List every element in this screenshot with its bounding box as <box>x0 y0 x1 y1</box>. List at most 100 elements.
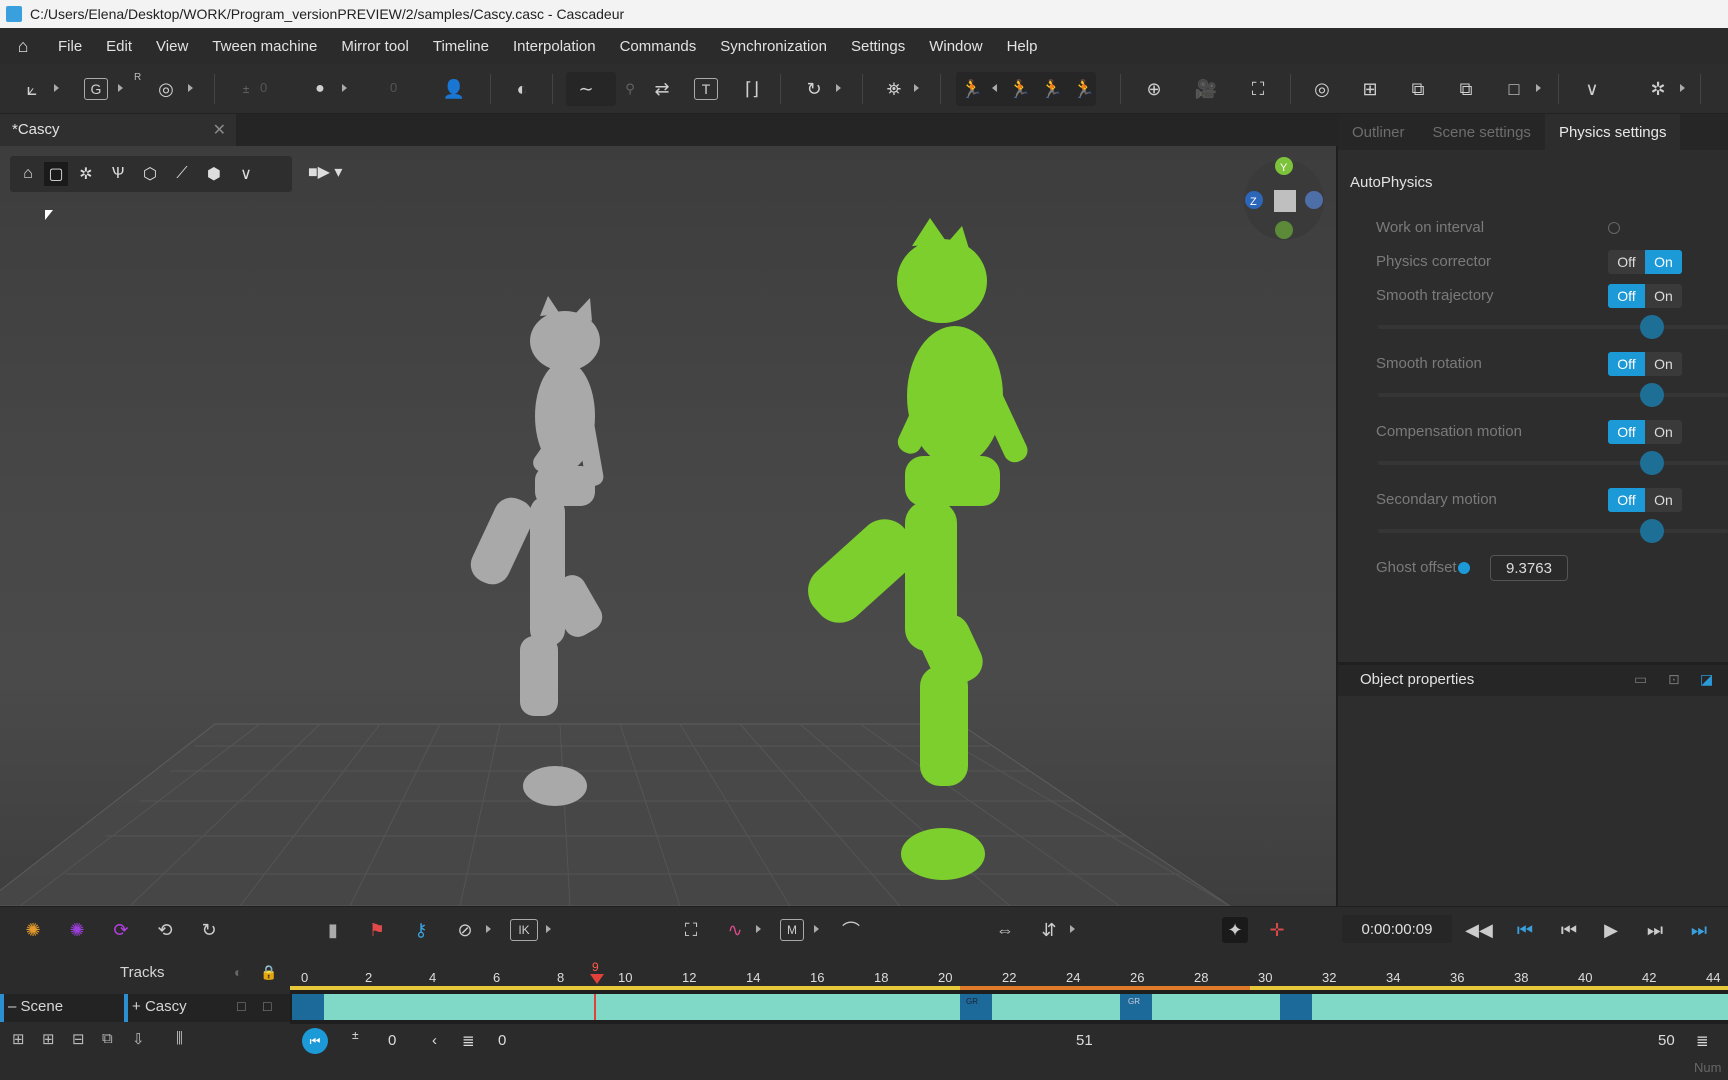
remove-window-icon[interactable]: ⧉ <box>1452 76 1480 102</box>
dot-icon[interactable]: ● <box>306 76 334 102</box>
import-icon[interactable]: ⇩ <box>132 1030 145 1048</box>
interpolate-icon[interactable]: ⇄ <box>648 76 676 102</box>
refresh-icon[interactable]: ↻ <box>196 917 222 943</box>
spiral-icon[interactable]: ◎ <box>152 76 180 102</box>
cube-icon[interactable]: ⬢ <box>202 162 226 186</box>
skeleton-icon[interactable]: ✲ <box>74 162 98 186</box>
add-window-icon[interactable]: ⧉ <box>1404 76 1432 102</box>
purple-keyframe-icon[interactable]: ✺ <box>64 917 90 943</box>
copy-track-icon[interactable]: ⧉ <box>102 1030 113 1047</box>
grid-icon[interactable]: ⊞ <box>1356 76 1384 102</box>
track-checkbox-lock[interactable]: ☐ <box>262 1000 273 1014</box>
smooth-rotation-toggle[interactable]: Off On <box>1608 352 1682 376</box>
logo-icon[interactable]: ∨ <box>234 162 258 186</box>
magic-icon[interactable]: ✦ <box>1222 917 1248 943</box>
ghost-offset-input[interactable]: 9.3763 <box>1490 555 1568 581</box>
wave-icon[interactable]: ∿ <box>722 917 748 943</box>
keyframe-marker-icon[interactable]: ▮ <box>320 917 346 943</box>
menu-timeline[interactable]: Timeline <box>421 38 501 55</box>
visibility-icon[interactable]: ◐ <box>234 964 242 980</box>
joint-icon[interactable]: Ѱ <box>106 162 130 186</box>
pink-keyframe-icon[interactable]: ⟳ <box>108 917 134 943</box>
close-icon[interactable]: ✕ <box>213 120 226 140</box>
m-button[interactable]: M <box>780 919 804 941</box>
ik-button[interactable]: IK <box>510 919 538 941</box>
work-on-interval-radio[interactable] <box>1608 222 1620 234</box>
menu-settings[interactable]: Settings <box>839 38 917 55</box>
viewport-camera-icon[interactable]: ■▶ ▾ <box>308 162 342 182</box>
range-icon[interactable]: ⇔ <box>992 917 1018 943</box>
menu-edit[interactable]: Edit <box>94 38 144 55</box>
last-key-icon[interactable]: ⏭ <box>1686 917 1712 943</box>
menu-tween-machine[interactable]: Tween machine <box>200 38 329 55</box>
color-icon[interactable]: ◪ <box>1700 671 1713 688</box>
shift-icon[interactable]: ⇵ <box>1036 917 1062 943</box>
frame-select-icon[interactable]: ▢ <box>44 162 68 186</box>
physics-corrector-toggle[interactable]: Off On <box>1608 250 1682 274</box>
play-icon[interactable]: ▶ <box>1598 917 1624 943</box>
timeline-ruler[interactable]: 0 2 4 6 8 10 12 14 16 18 20 22 24 26 28 … <box>290 950 1728 990</box>
target-icon[interactable]: ⊕ <box>1140 76 1168 102</box>
run-add-icon[interactable]: 🏃 <box>1006 76 1034 102</box>
auto-icon[interactable]: ⌒ <box>838 917 864 943</box>
add-track-icon[interactable]: ⊞ <box>12 1030 25 1048</box>
tab-outliner[interactable]: Outliner <box>1338 114 1419 150</box>
rig-icon[interactable]: ⛯ <box>880 76 908 102</box>
ghost-spiral-icon[interactable]: ◎ <box>1308 76 1336 102</box>
select-icon[interactable]: ⌂ <box>16 162 40 186</box>
run-fixed-icon[interactable]: 🏃 <box>1038 76 1066 102</box>
step-plus-minus-icon[interactable]: ± <box>352 1028 359 1042</box>
disable-icon[interactable]: ⊘ <box>452 917 478 943</box>
bracket-icon[interactable]: ⌈⌋ <box>738 76 766 102</box>
menu-interpolation[interactable]: Interpolation <box>501 38 608 55</box>
curve-icon[interactable]: ∼ <box>572 76 600 102</box>
compensation-motion-slider[interactable] <box>1378 451 1728 475</box>
loop-icon[interactable]: ⟲ <box>152 917 178 943</box>
list-icon[interactable]: ≣ <box>462 1032 475 1050</box>
pin-icon[interactable]: ⚲ <box>616 76 644 102</box>
prev-icon[interactable]: ‹ <box>432 1032 437 1049</box>
split-icon[interactable]: ⫼ <box>176 1030 183 1047</box>
prev-frame-icon[interactable]: ⏮ <box>1556 917 1582 943</box>
fit-icon[interactable]: ⛶ <box>678 917 704 943</box>
square-icon[interactable]: □ <box>1500 76 1528 102</box>
smooth-rotation-slider[interactable] <box>1378 383 1728 407</box>
orange-keyframe-icon[interactable]: ✺ <box>20 917 46 943</box>
track-checkbox-visible[interactable]: ☐ <box>236 1000 247 1014</box>
step-plus-minus-icon[interactable]: ± <box>232 76 260 102</box>
menu-synchronization[interactable]: Synchronization <box>708 38 839 55</box>
menu-help[interactable]: Help <box>995 38 1050 55</box>
3d-viewport[interactable]: ⌂ ▢ ✲ Ѱ ⬡ ⟋ ⬢ ∨ ■▶ ▾ Y Z <box>0 146 1336 906</box>
cascy-track[interactable]: + Cascy <box>132 998 187 1015</box>
text-tool-button[interactable]: T <box>694 78 718 100</box>
run-icon[interactable]: 🏃 <box>958 76 986 102</box>
add-folder-icon[interactable]: ⊞ <box>42 1030 55 1048</box>
smooth-trajectory-slider[interactable] <box>1378 315 1728 339</box>
prev-frame-value[interactable]: 0 <box>498 1032 506 1049</box>
smooth-trajectory-toggle[interactable]: Off On <box>1608 284 1682 308</box>
mesh-icon[interactable]: ⬡ <box>138 162 162 186</box>
secondary-motion-slider[interactable] <box>1378 519 1728 543</box>
wire-icon[interactable]: ⟋ <box>170 162 194 186</box>
rewind-icon[interactable]: ◀◀ <box>1465 917 1493 943</box>
rotate-icon[interactable]: ↻ <box>800 76 828 102</box>
start-frame-value[interactable]: 0 <box>388 1032 396 1049</box>
global-toggle-button[interactable]: G <box>84 78 108 100</box>
focus-icon[interactable]: ⛶ <box>1244 76 1272 102</box>
orientation-gizmo[interactable]: Y Z <box>1240 156 1328 240</box>
cascadeur-logo-icon[interactable]: ∨ <box>1578 76 1606 102</box>
menu-mirror-tool[interactable]: Mirror tool <box>329 38 421 55</box>
key-icon[interactable]: ⚷ <box>408 917 434 943</box>
next-frame-icon[interactable]: ⏭ <box>1642 917 1668 943</box>
cascy-track-bar[interactable]: GR GR <box>292 994 1728 1020</box>
menu-view[interactable]: View <box>144 38 200 55</box>
eraser-icon[interactable]: ◐ <box>508 76 536 102</box>
run-remove-icon[interactable]: 🏃 <box>1070 76 1098 102</box>
flag-icon[interactable]: ⚑ <box>364 917 390 943</box>
axis-icon[interactable]: ⟀ <box>18 76 46 102</box>
menu-commands[interactable]: Commands <box>608 38 709 55</box>
ghost-offset-radio[interactable] <box>1458 562 1470 574</box>
menu-file[interactable]: File <box>46 38 94 55</box>
tab-scene-settings[interactable]: Scene settings <box>1419 114 1545 150</box>
expand-icon[interactable]: ⊡ <box>1668 671 1680 688</box>
